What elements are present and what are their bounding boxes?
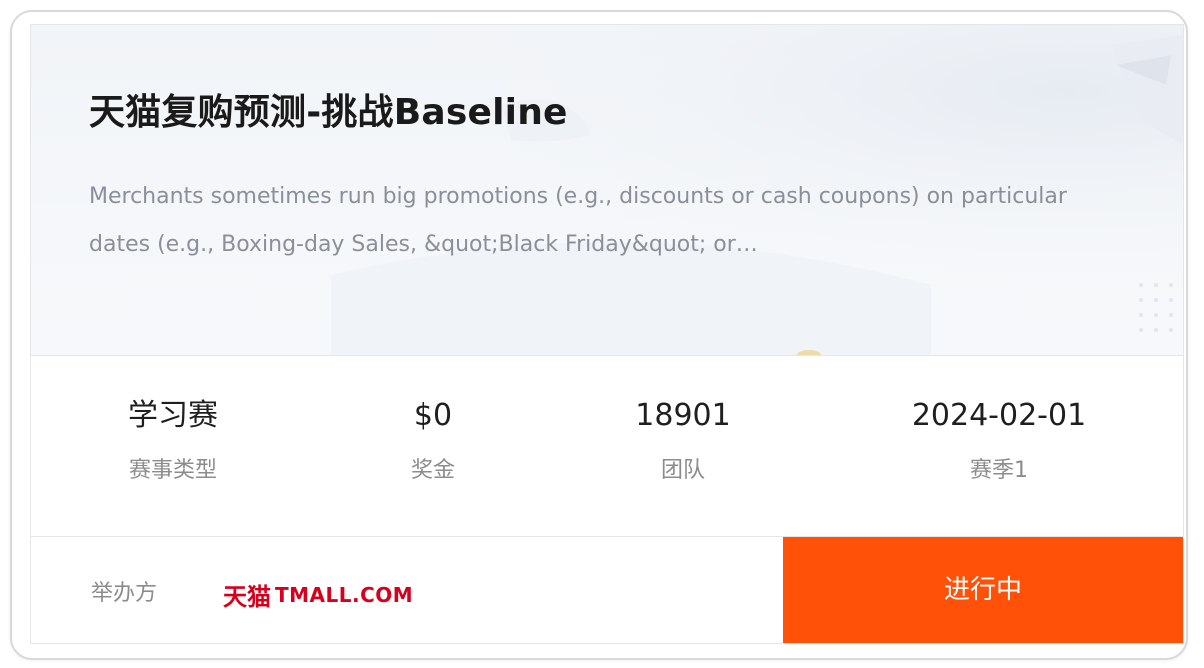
- stats-row: 学习赛 赛事类型 $0 奖金 18901 团队 2024-02-01 赛季1: [31, 356, 1183, 536]
- stat-season-value: 2024-02-01: [911, 398, 1087, 433]
- stat-season: 2024-02-01 赛季1: [869, 396, 1129, 484]
- host-logo-en: TMALL.COM: [275, 582, 414, 607]
- stat-type: 学习赛 赛事类型: [43, 396, 303, 484]
- host-logo-cn: 天猫: [223, 583, 271, 611]
- card-frame: 天猫复购预测-挑战Baseline Merchants sometimes ru…: [10, 10, 1188, 660]
- competition-title[interactable]: 天猫复购预测-挑战Baseline: [89, 83, 568, 135]
- stat-teams-label: 团队: [660, 458, 705, 483]
- host-logo[interactable]: 天猫 TMALL.COM: [223, 577, 414, 612]
- competition-card[interactable]: 天猫复购预测-挑战Baseline Merchants sometimes ru…: [30, 24, 1184, 644]
- card-footer: 举办方 天猫 TMALL.COM 进行中: [31, 536, 1183, 643]
- hero-banner: 天猫复购预测-挑战Baseline Merchants sometimes ru…: [31, 25, 1183, 356]
- stat-teams: 18901 团队: [553, 396, 813, 484]
- status-button[interactable]: 进行中: [783, 537, 1183, 643]
- stat-prize: $0 奖金: [303, 396, 563, 484]
- stat-prize-label: 奖金: [410, 458, 455, 483]
- host-label: 举办方: [91, 581, 158, 606]
- stat-season-label: 赛季1: [970, 458, 1028, 483]
- stat-type-label: 赛事类型: [128, 458, 217, 483]
- stat-type-value: 学习赛: [128, 398, 218, 433]
- stat-prize-value: $0: [413, 398, 453, 433]
- competition-description: Merchants sometimes run big promotions (…: [89, 184, 1067, 257]
- stat-teams-value: 18901: [635, 398, 731, 433]
